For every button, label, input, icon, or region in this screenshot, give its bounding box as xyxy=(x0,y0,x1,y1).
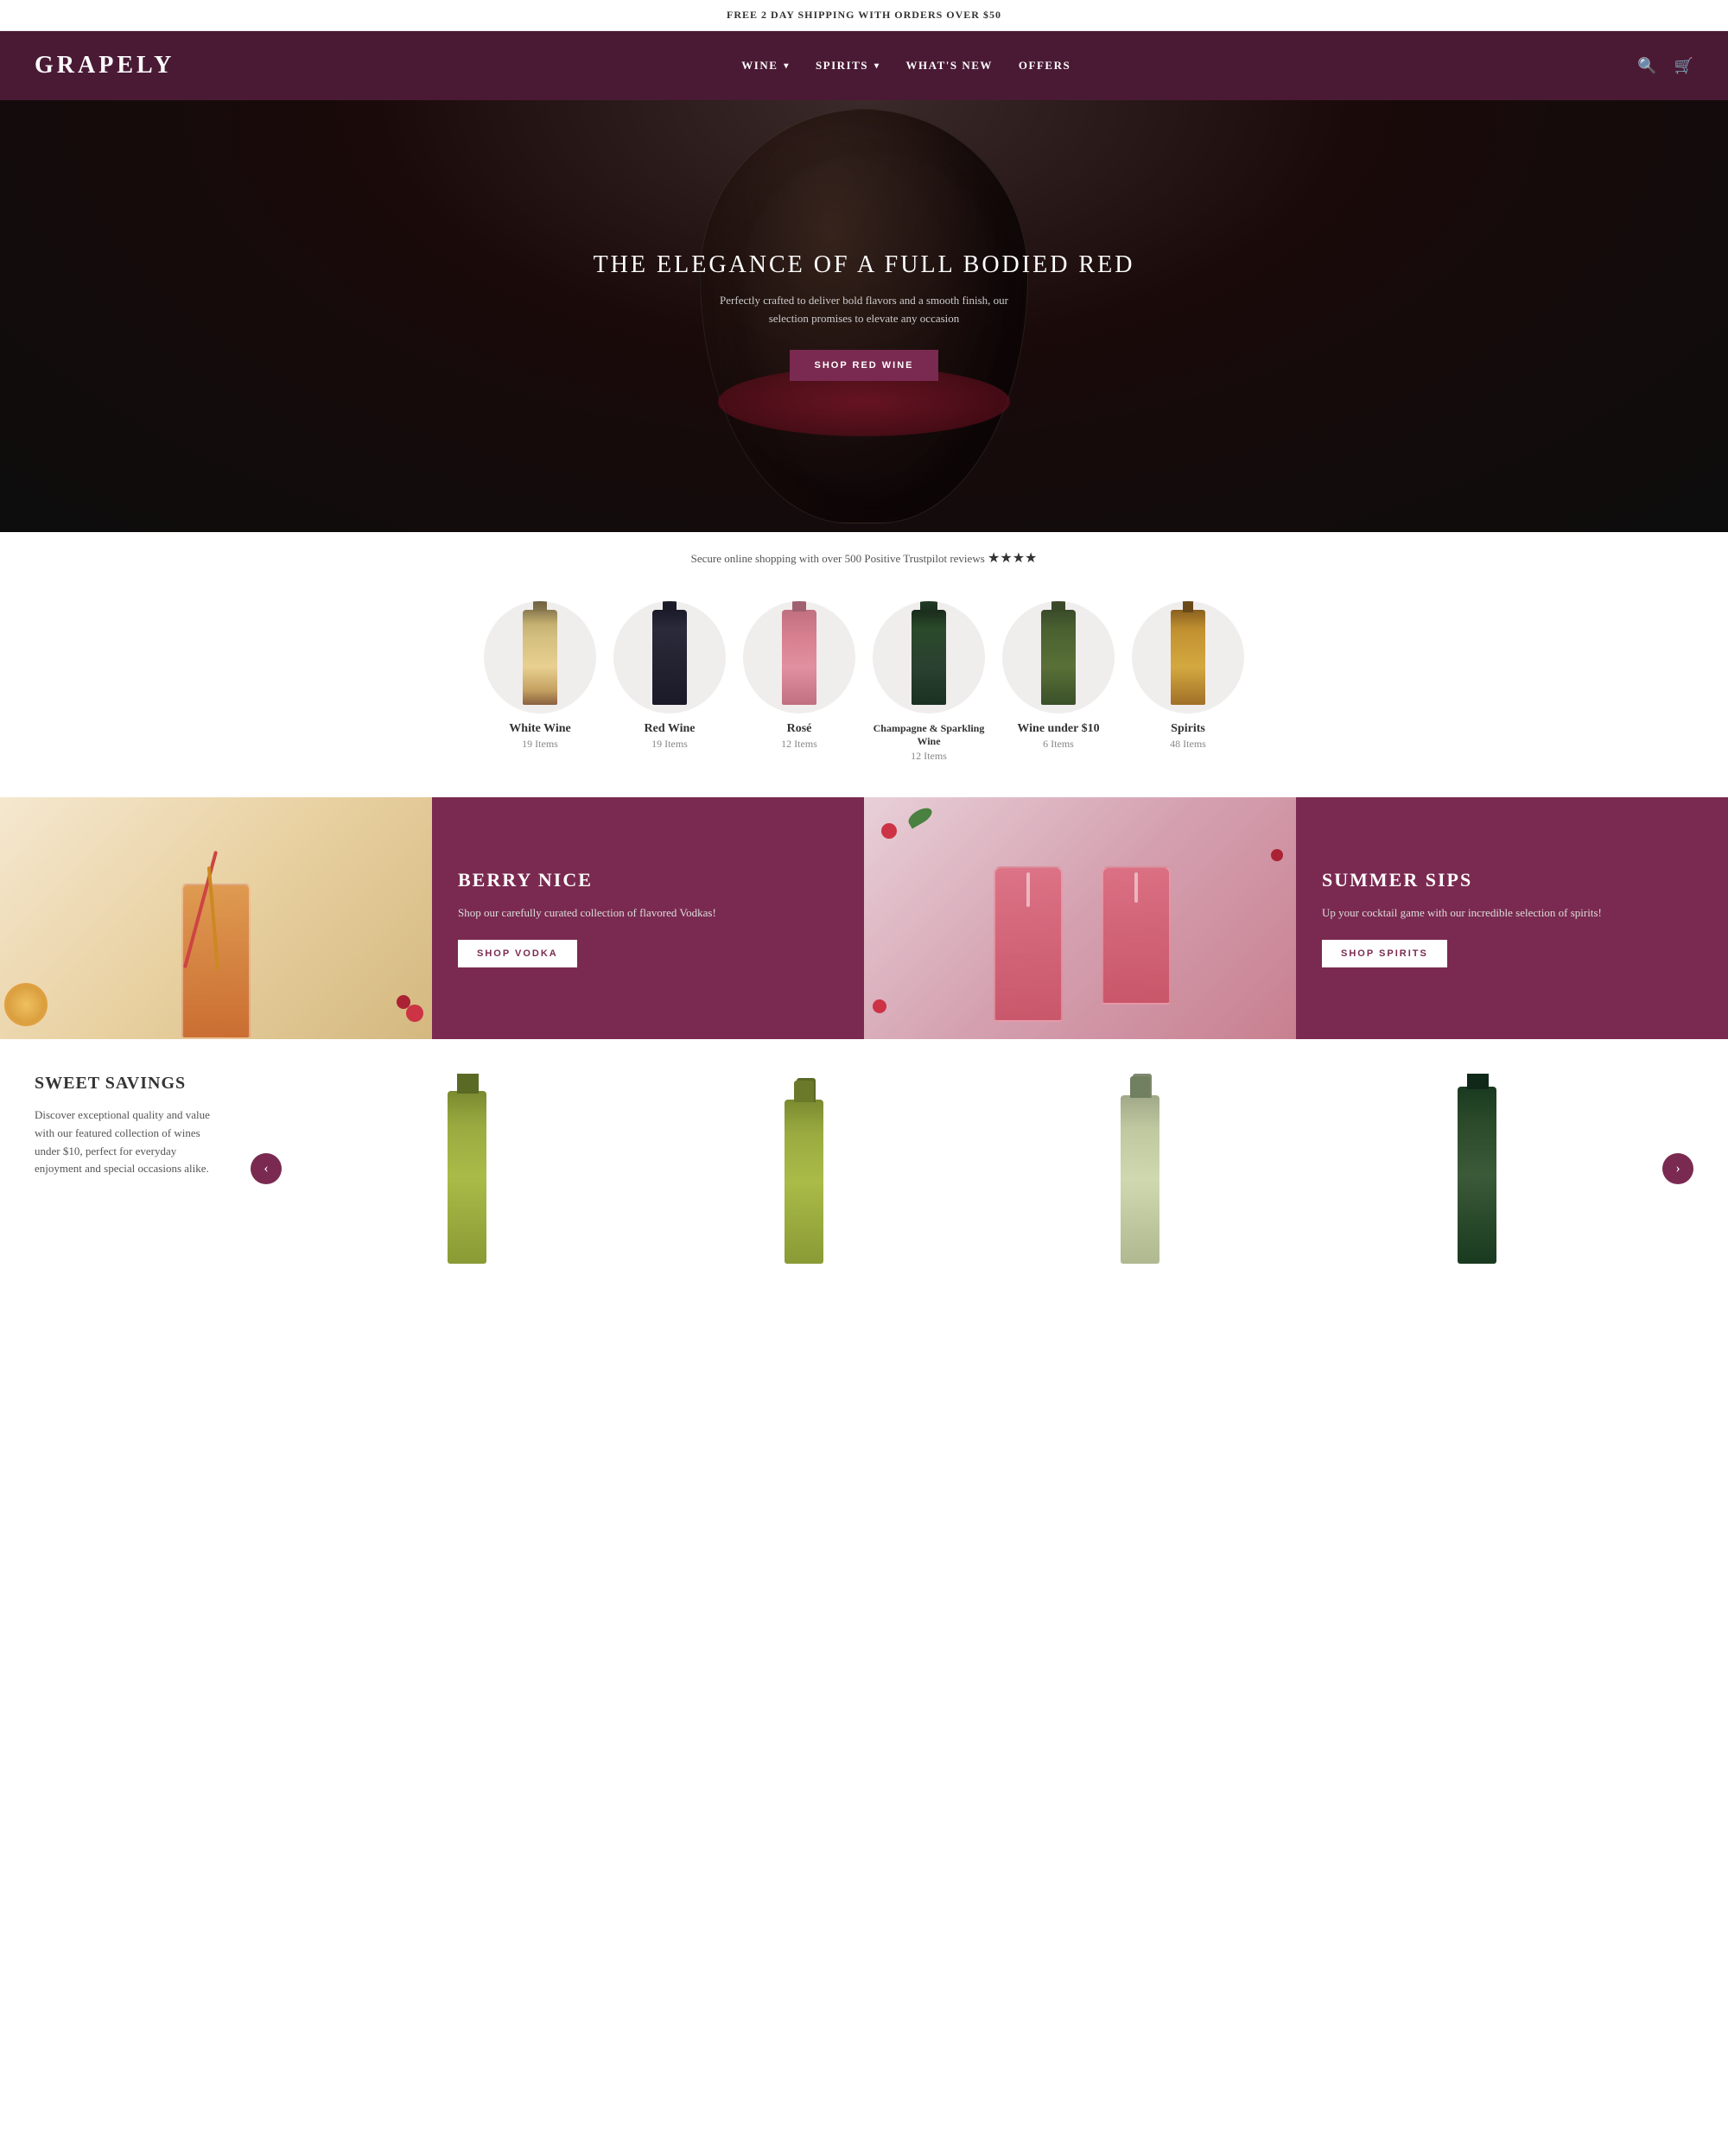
category-count-budget-wine: 6 Items xyxy=(1043,738,1074,751)
promo-summer-sips-image xyxy=(864,797,1296,1039)
shop-vodka-button[interactable]: SHOP VODKA xyxy=(458,940,577,967)
category-circle-spirits xyxy=(1132,601,1244,713)
logo[interactable]: GRAPELY xyxy=(35,52,175,79)
product-card-4[interactable] xyxy=(1318,1074,1637,1264)
nav-offers[interactable]: OFFERS xyxy=(1019,59,1070,73)
category-name-white-wine: White Wine xyxy=(509,722,570,736)
berry-nice-bg xyxy=(0,797,432,1039)
category-circle-white-wine xyxy=(484,601,596,713)
bottle-red-wine-icon xyxy=(652,610,687,705)
category-spirits[interactable]: Spirits 48 Items xyxy=(1132,601,1244,763)
category-count-spirits: 48 Items xyxy=(1170,738,1206,751)
announcement-text: FREE 2 DAY SHIPPING WITH ORDERS OVER $50 xyxy=(727,9,1001,21)
category-white-wine[interactable]: White Wine 19 Items xyxy=(484,601,596,763)
promo-summer-sips-title: SUMMER SIPS xyxy=(1322,869,1702,891)
summer-sips-bg xyxy=(864,797,1296,1039)
category-name-champagne: Champagne & Sparkling Wine xyxy=(873,722,985,748)
next-products-button[interactable]: › xyxy=(1662,1153,1693,1184)
promo-summer-sips-desc: Up your cocktail game with our incredibl… xyxy=(1322,904,1702,923)
promo-section: BERRY NICE Shop our carefully curated co… xyxy=(0,797,1728,1039)
category-name-red-wine: Red Wine xyxy=(645,722,696,736)
product-card-3[interactable] xyxy=(981,1074,1300,1264)
raspberry-drink-2 xyxy=(1102,866,1171,1005)
bottle-white-wine-icon xyxy=(523,610,557,705)
category-name-rose: Rosé xyxy=(787,722,812,736)
category-champagne[interactable]: Champagne & Sparkling Wine 12 Items xyxy=(873,601,985,763)
savings-products-list xyxy=(308,1074,1636,1264)
category-count-white-wine: 19 Items xyxy=(522,738,558,751)
nav-spirits[interactable]: SPIRITS ▾ xyxy=(816,59,880,73)
prev-products-button[interactable]: ‹ xyxy=(251,1153,282,1184)
cart-icon[interactable]: 🛒 xyxy=(1674,57,1693,75)
shop-spirits-button[interactable]: SHOP SPIRITS xyxy=(1322,940,1447,967)
savings-text: SWEET SAVINGS Discover exceptional quali… xyxy=(35,1074,225,1178)
category-circle-red-wine xyxy=(613,601,726,713)
category-circle-rose xyxy=(743,601,855,713)
bottle-champagne-icon xyxy=(912,610,946,705)
savings-desc: Discover exceptional quality and value w… xyxy=(35,1107,225,1178)
star-rating: ★★★★ xyxy=(988,551,1037,566)
hero-subtitle: Perfectly crafted to deliver bold flavor… xyxy=(717,292,1011,328)
category-red-wine[interactable]: Red Wine 19 Items xyxy=(613,601,726,763)
category-budget-wine[interactable]: Wine under $10 6 Items xyxy=(1002,601,1115,763)
bottle-spirits-icon xyxy=(1171,610,1205,705)
bottle-rose-icon xyxy=(782,610,816,705)
chevron-down-icon: ▾ xyxy=(784,61,790,71)
category-circle-champagne xyxy=(873,601,985,713)
raspberry-drink-1 xyxy=(994,866,1063,1022)
shop-red-wine-button[interactable]: SHOP RED WINE xyxy=(790,350,937,381)
trust-bar: Secure online shopping with over 500 Pos… xyxy=(0,532,1728,584)
hero-content: THE ELEGANCE OF A FULL BODIED RED Perfec… xyxy=(594,251,1135,381)
category-name-spirits: Spirits xyxy=(1171,722,1205,736)
hero-title: THE ELEGANCE OF A FULL BODIED RED xyxy=(594,251,1135,279)
trust-text: Secure online shopping with over 500 Pos… xyxy=(691,552,985,565)
category-name-budget-wine: Wine under $10 xyxy=(1017,722,1099,736)
category-count-rose: 12 Items xyxy=(781,738,817,751)
promo-berry-nice: BERRY NICE Shop our carefully curated co… xyxy=(0,797,864,1039)
search-icon[interactable]: 🔍 xyxy=(1637,57,1656,75)
main-nav: WINE ▾ SPIRITS ▾ WHAT'S NEW OFFERS xyxy=(741,59,1070,73)
nav-wine[interactable]: WINE ▾ xyxy=(741,59,790,73)
categories-section: White Wine 19 Items Red Wine 19 Items Ro… xyxy=(0,584,1728,797)
header: GRAPELY WINE ▾ SPIRITS ▾ WHAT'S NEW OFFE… xyxy=(0,31,1728,100)
category-count-red-wine: 19 Items xyxy=(651,738,688,751)
savings-title: SWEET SAVINGS xyxy=(35,1074,225,1094)
product-card-2[interactable] xyxy=(645,1074,964,1264)
promo-berry-nice-title: BERRY NICE xyxy=(458,869,838,891)
product-card-1[interactable] xyxy=(308,1074,627,1264)
promo-berry-nice-text: BERRY NICE Shop our carefully curated co… xyxy=(432,797,864,1039)
sweet-savings-section: SWEET SAVINGS Discover exceptional quali… xyxy=(0,1039,1728,1298)
bottle-budget-icon xyxy=(1041,610,1076,705)
promo-berry-nice-image xyxy=(0,797,432,1039)
category-count-champagne: 12 Items xyxy=(911,750,947,763)
hero-section: THE ELEGANCE OF A FULL BODIED RED Perfec… xyxy=(0,100,1728,532)
promo-berry-nice-desc: Shop our carefully curated collection of… xyxy=(458,904,838,923)
category-rose[interactable]: Rosé 12 Items xyxy=(743,601,855,763)
promo-summer-sips-text: SUMMER SIPS Up your cocktail game with o… xyxy=(1296,797,1728,1039)
category-circle-budget-wine xyxy=(1002,601,1115,713)
chevron-down-icon: ▾ xyxy=(874,61,880,71)
nav-whats-new[interactable]: WHAT'S NEW xyxy=(906,59,993,73)
promo-summer-sips: SUMMER SIPS Up your cocktail game with o… xyxy=(864,797,1728,1039)
announcement-bar: FREE 2 DAY SHIPPING WITH ORDERS OVER $50 xyxy=(0,0,1728,31)
header-icons: 🔍 🛒 xyxy=(1637,57,1693,75)
